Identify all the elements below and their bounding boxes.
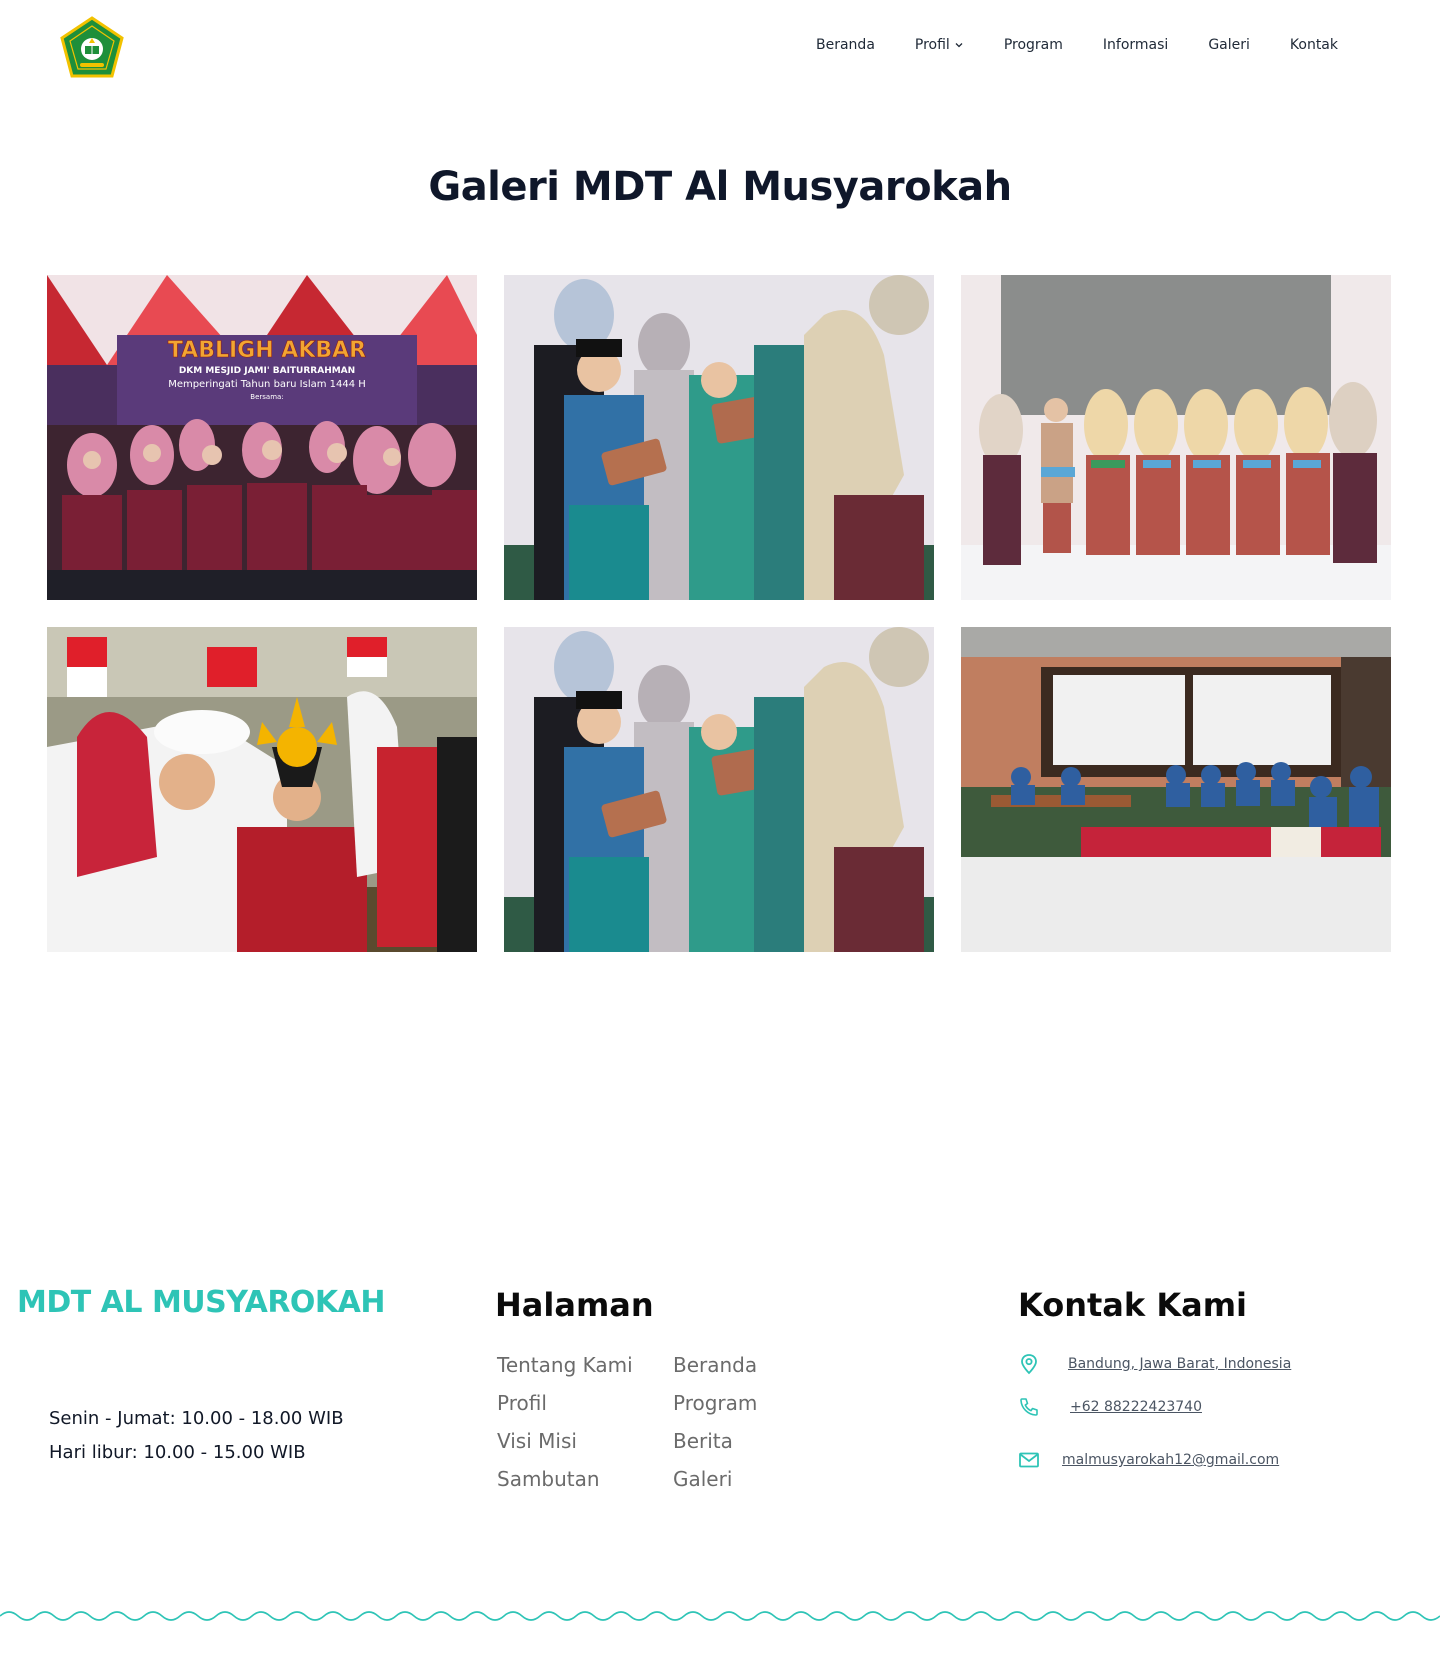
nav-galeri[interactable]: Galeri [1208,37,1250,53]
nav-informasi[interactable]: Informasi [1103,37,1168,53]
gallery-photo-award-ceremony-2[interactable] [504,627,934,952]
mail-icon [1019,1452,1039,1468]
photo-independence-day-image [47,627,477,952]
footer-link-beranda[interactable]: Beranda [673,1352,793,1378]
footer-link-berita[interactable]: Berita [673,1428,793,1454]
photo-award-ceremony-image [504,275,934,600]
site-header: Beranda Profil Program Informasi Galeri … [0,0,1440,96]
footer-pages-links: Tentang Kami Beranda Profil Program Visi… [497,1352,793,1492]
footer-wave-divider [0,1611,1440,1621]
nav-kontak[interactable]: Kontak [1290,37,1338,53]
email-text: malmusyarokah12@gmail.com [1062,1452,1280,1468]
contact-heading: Kontak Kami [1018,1286,1248,1324]
footer-link-program[interactable]: Program [673,1390,793,1416]
nav-kontak-label: Kontak [1289,37,1338,53]
banner-line3: Bersama: [250,393,283,401]
gallery-photo-tabligh-akbar[interactable]: TABLIGH AKBAR DKM MESJID JAMI' BAITURRAH… [47,275,477,600]
contact-phone[interactable]: +62 88222423740 [1018,1396,1202,1418]
opening-hours: Senin - Jumat: 10.00 - 18.00 WIB Hari li… [49,1402,344,1470]
nav-profil-label: Profil [914,37,950,53]
gallery-photo-classroom[interactable] [961,627,1391,952]
hours-weekday: Senin - Jumat: 10.00 - 18.00 WIB [49,1408,344,1429]
nav-beranda[interactable]: Beranda [816,37,875,53]
banner-title: TABLIGH AKBAR [168,338,366,363]
photo-classroom-image [961,627,1391,952]
gallery-photo-independence-day[interactable] [47,627,477,952]
phone-text: +62 88222423740 [1070,1399,1202,1415]
photo-award-ceremony-2-image [504,627,934,952]
map-pin-icon [1021,1354,1037,1375]
address-text: Bandung, Jawa Barat, Indonesia [1068,1356,1292,1372]
banner-line1: DKM MESJID JAMI' BAITURRAHMAN [179,366,355,376]
pages-heading: Halaman [495,1286,654,1324]
nav-program-label: Program [1003,37,1063,53]
nav-profil[interactable]: Profil [915,37,964,53]
footer-brand: MDT AL MUSYAROKAH [17,1285,386,1320]
nav-informasi-label: Informasi [1102,37,1169,53]
gallery-photo-award-ceremony[interactable] [504,275,934,600]
gallery-photo-students-prizes[interactable] [961,275,1391,600]
contact-email[interactable]: malmusyarokah12@gmail.com [1018,1449,1279,1471]
main-nav: Beranda Profil Program Informasi Galeri … [816,37,1338,53]
chevron-down-icon [955,43,963,48]
footer-link-sambutan[interactable]: Sambutan [497,1466,673,1492]
footer-link-profil[interactable]: Profil [497,1390,673,1416]
banner-line2: Memperingati Tahun baru Islam 1444 H [168,379,366,390]
hours-holiday: Hari libur: 10.00 - 15.00 WIB [49,1442,306,1463]
nav-program[interactable]: Program [1004,37,1063,53]
nav-galeri-label: Galeri [1208,37,1250,53]
contact-address[interactable]: Bandung, Jawa Barat, Indonesia [1018,1353,1291,1375]
footer-link-visi-misi[interactable]: Visi Misi [497,1428,673,1454]
nav-beranda-label: Beranda [816,37,875,53]
phone-icon [1020,1398,1038,1416]
footer-link-tentang-kami[interactable]: Tentang Kami [497,1352,673,1378]
school-logo[interactable] [58,16,126,80]
photo-students-prizes-image [961,275,1391,600]
gallery-grid: TABLIGH AKBAR DKM MESJID JAMI' BAITURRAH… [47,275,1392,952]
photo-tabligh-akbar-image: TABLIGH AKBAR DKM MESJID JAMI' BAITURRAH… [47,275,477,600]
footer-link-galeri[interactable]: Galeri [673,1466,793,1492]
gallery-title: Galeri MDT Al Musyarokah [428,164,1012,210]
logo-emblem-icon [60,16,124,78]
